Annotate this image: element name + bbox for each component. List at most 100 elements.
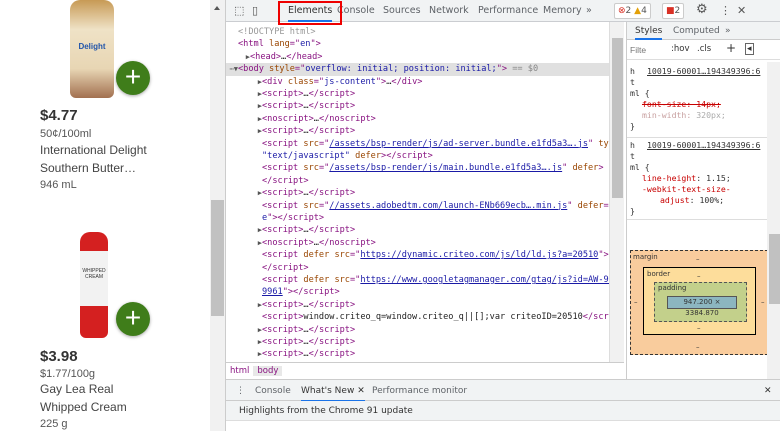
dom-node[interactable]: ▶ <noscript>…</noscript> — [226, 237, 609, 249]
dom-node[interactable]: </script> — [226, 175, 609, 187]
scrollbar-thumb[interactable] — [211, 200, 224, 316]
add-to-cart-button[interactable]: + — [116, 302, 150, 336]
close-drawer-icon[interactable]: ✕ — [764, 380, 772, 402]
expand-arrow-icon[interactable]: ▶ — [226, 299, 262, 311]
dom-node[interactable]: ▶ <script>…</script> — [226, 125, 609, 137]
dom-node[interactable]: ▶ <script>…</script> — [226, 224, 609, 236]
expand-arrow-icon[interactable]: ▶ — [226, 237, 262, 249]
css-rule[interactable]: h t ml { 10019-60001…194349396:6 font-si… — [627, 66, 767, 138]
error-warning-counter[interactable]: ⊗2 ▲4 — [614, 3, 651, 19]
product-name-line2[interactable]: Southern Butter… — [40, 159, 210, 177]
more-tabs-button[interactable]: » — [725, 22, 731, 40]
dom-node[interactable]: ▶ <script>…</script> — [226, 88, 609, 100]
dom-tree-scrollbar[interactable] — [609, 22, 624, 362]
dom-node[interactable]: <script>window.criteo_q=window.criteo_q|… — [226, 311, 609, 323]
drawer-tab-performance-monitor[interactable]: Performance monitor — [372, 380, 467, 402]
issues-counter[interactable]: ■2 — [662, 3, 685, 19]
resource-link[interactable]: 9961 — [262, 287, 283, 297]
css-property[interactable]: -webkit-text-size- — [630, 184, 767, 195]
resource-link[interactable]: /assets/bsp-render/js/ad-server.bundle.e… — [329, 139, 588, 149]
tab-computed[interactable]: Computed — [673, 22, 720, 40]
tab-console[interactable]: Console — [337, 0, 375, 22]
tab-sources[interactable]: Sources — [383, 0, 421, 22]
breadcrumb-body[interactable]: body — [253, 366, 283, 376]
drawer-tab-console[interactable]: Console — [255, 380, 291, 402]
breadcrumb-html[interactable]: html — [226, 366, 253, 376]
expand-arrow-icon[interactable]: ▶ — [226, 348, 262, 360]
scrollbar-thumb[interactable] — [769, 234, 780, 304]
rule-source-link[interactable]: 10019-60001…194349396:6 — [647, 66, 760, 77]
inspect-element-icon[interactable]: ⬚ — [234, 4, 244, 17]
dom-node[interactable]: <html lang="en"> — [226, 38, 609, 50]
dom-node[interactable]: </script> — [226, 262, 609, 274]
dom-node[interactable]: <script src="/assets/bsp-render/js/main.… — [226, 162, 609, 174]
resource-link[interactable]: //assets.adobedtm.com/launch-ENb669ecb….… — [329, 201, 567, 211]
dom-node[interactable]: e"></script> — [226, 212, 609, 224]
dom-tree[interactable]: <!DOCTYPE html> <html lang="en"> ▶ <head>…… — [226, 22, 609, 362]
dom-node[interactable]: <script src="/assets/bsp-render/js/ad-se… — [226, 138, 609, 150]
dom-node[interactable]: ▶ <script>…</script> — [226, 187, 609, 199]
drawer-tab-whats-new[interactable]: What's New ✕ — [301, 380, 365, 402]
resource-link[interactable]: https://www.googletagmanager.com/gtag/js… — [360, 275, 609, 285]
page-scrollbar[interactable] — [210, 0, 225, 431]
dom-node[interactable]: ▶ <head>…</head> — [226, 51, 609, 63]
box-model-border[interactable]: border – – padding 947.200 × 3384.870 — [643, 267, 756, 335]
dom-node[interactable]: "text/javascript" defer></script> — [226, 150, 609, 162]
dom-node[interactable]: <!DOCTYPE html> — [226, 26, 609, 38]
device-toolbar-icon[interactable]: ▯ — [252, 4, 258, 17]
expand-arrow-icon[interactable]: ▶ — [226, 336, 262, 348]
expand-arrow-icon[interactable]: ▶ — [226, 224, 262, 236]
tab-styles[interactable]: Styles — [635, 22, 663, 40]
dom-node[interactable]: ▶ <script>…</script> — [226, 299, 609, 311]
styles-scrollbar[interactable] — [767, 62, 780, 379]
dom-node[interactable]: 9961"></script> — [226, 286, 609, 298]
expand-arrow-icon[interactable]: ▶ — [226, 51, 250, 63]
expand-arrow-icon[interactable]: ▶ — [226, 125, 262, 137]
styles-filter-input[interactable] — [630, 43, 662, 57]
drawer-menu-icon[interactable]: ⋮ — [236, 380, 245, 402]
hov-toggle[interactable]: :hov — [671, 44, 689, 54]
resource-link[interactable]: /assets/bsp-render/js/main.bundle.e1fd5a… — [329, 163, 562, 173]
expand-arrow-icon[interactable]: ▶ — [226, 76, 262, 88]
add-to-cart-button[interactable]: + — [116, 61, 150, 95]
box-model-padding[interactable]: padding 947.200 × 3384.870 — [654, 282, 747, 322]
expand-arrow-icon[interactable]: ▶ — [226, 324, 262, 336]
dom-node[interactable]: ▶ <script>…</script> — [226, 324, 609, 336]
css-property[interactable]: line-height: 1.15; — [630, 173, 767, 184]
dom-node[interactable]: ▶ <div class="js-content">…</div> — [226, 76, 609, 88]
product-name-line1[interactable]: International Delight — [40, 141, 210, 159]
product-image[interactable]: Delight — [70, 0, 114, 98]
scrollbar-thumb[interactable] — [612, 38, 623, 198]
product-name-line2[interactable]: Whipped Cream — [40, 398, 210, 416]
dom-node[interactable]: ▶ <script>…</script> — [226, 348, 609, 360]
dom-node[interactable]: ▶ <noscript>…</noscript> — [226, 113, 609, 125]
product-image[interactable]: WHIPPED CREAM — [80, 232, 108, 338]
dom-node[interactable]: ▶ <script>…</script> — [226, 336, 609, 348]
toggle-sidebar-icon[interactable]: ◂ — [745, 43, 754, 55]
resource-link[interactable]: https://dynamic.criteo.com/js/ld/ld.js?a… — [360, 250, 598, 260]
close-devtools-icon[interactable]: ✕ — [737, 4, 746, 17]
dom-node-selected[interactable]: ⋯▼<body style="overflow: initial; positi… — [226, 63, 609, 76]
more-options-icon[interactable]: ⋮ — [720, 4, 731, 17]
css-rule[interactable]: h t ml { 10019-60001…194349396:6 line-he… — [627, 140, 767, 220]
dom-node[interactable]: <script defer src="https://www.googletag… — [226, 274, 609, 286]
add-rule-icon[interactable]: + — [726, 41, 736, 55]
scroll-up-icon[interactable] — [214, 6, 220, 10]
dom-node[interactable]: <script defer src="https://dynamic.crite… — [226, 249, 609, 261]
box-model-margin[interactable]: margin – – – – border – – padding 947.20… — [630, 250, 768, 355]
cls-toggle[interactable]: .cls — [697, 44, 711, 54]
css-property[interactable]: min-width: 320px; — [630, 110, 767, 121]
close-tab-icon[interactable]: ✕ — [357, 386, 365, 396]
rule-source-link[interactable]: 10019-60001…194349396:6 — [647, 140, 760, 151]
product-name-line1[interactable]: Gay Lea Real — [40, 380, 210, 398]
tab-memory[interactable]: Memory — [543, 0, 582, 22]
more-tabs-button[interactable]: » — [586, 0, 592, 22]
dom-node[interactable]: <script src="//assets.adobedtm.com/launc… — [226, 200, 609, 212]
box-model-content[interactable]: 947.200 × 3384.870 — [667, 296, 737, 317]
expand-arrow-icon[interactable]: ▶ — [226, 187, 262, 199]
dom-node[interactable]: ▶ <script>…</script> — [226, 100, 609, 112]
expand-arrow-icon[interactable]: ▶ — [226, 113, 262, 125]
expand-arrow-icon[interactable]: ▶ — [226, 88, 262, 100]
settings-gear-icon[interactable]: ⚙ — [696, 2, 708, 17]
tab-performance[interactable]: Performance — [478, 0, 538, 22]
